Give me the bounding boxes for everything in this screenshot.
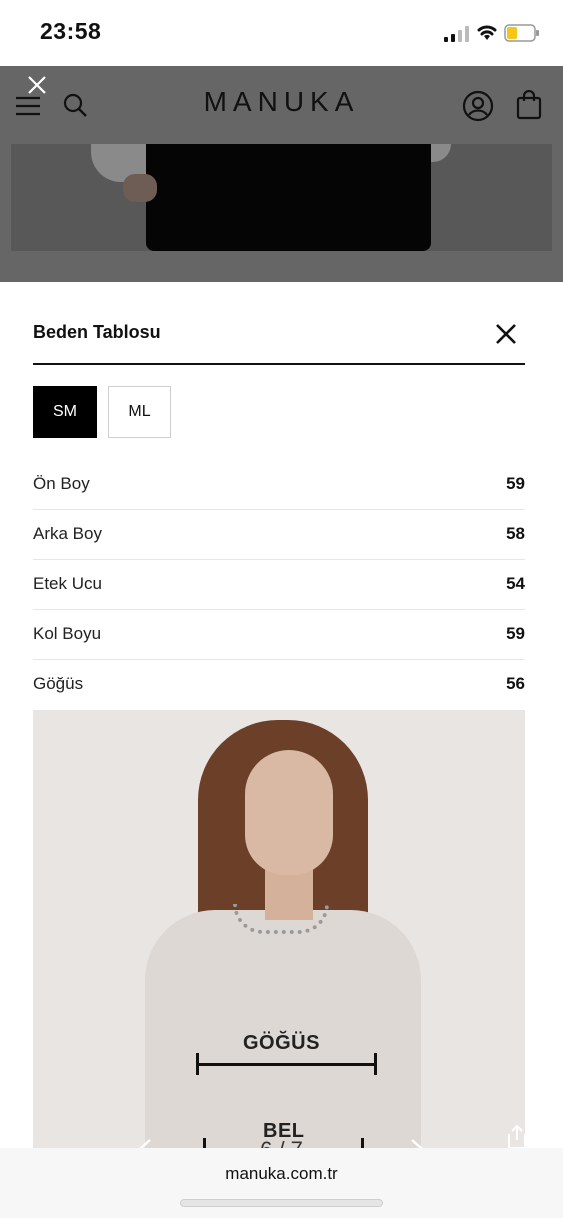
measurement-label: Ön Boy — [33, 474, 90, 493]
measurement-label: Etek Ucu — [33, 574, 102, 593]
browser-bottom-bar: manuka.com.tr — [0, 1148, 563, 1218]
measurement-guide-image: GÖĞÜS BEL — [33, 710, 525, 1148]
size-option-sm[interactable]: SM — [33, 386, 97, 438]
status-time: 23:58 — [40, 18, 102, 44]
battery-icon — [504, 24, 539, 42]
size-chart-sheet: Beden Tablosu SM ML Ön Boy 59 Arka Boy 5… — [0, 282, 563, 1148]
measurement-value: 59 — [506, 474, 525, 493]
measurement-label: Arka Boy — [33, 524, 102, 543]
chest-label: GÖĞÜS — [243, 1032, 320, 1054]
measurement-value: 59 — [506, 624, 525, 643]
site-header: MANUKA — [0, 66, 563, 144]
url-bar[interactable]: manuka.com.tr — [0, 1164, 563, 1184]
cellular-signal-icon — [444, 26, 469, 42]
product-image — [11, 144, 552, 251]
measurement-value: 56 — [506, 674, 525, 693]
share-icon[interactable] — [506, 1124, 528, 1150]
measurement-value: 58 — [506, 524, 525, 543]
close-icon[interactable] — [494, 322, 518, 346]
home-indicator[interactable] — [180, 1199, 383, 1207]
measurement-value: 54 — [506, 574, 525, 593]
sheet-title: Beden Tablosu — [33, 322, 161, 342]
measurement-row: Kol Boyu 59 — [33, 610, 525, 660]
measurement-label: Kol Boyu — [33, 624, 102, 643]
chest-measure-line — [197, 1063, 377, 1066]
measurement-row: Arka Boy 58 — [33, 510, 525, 560]
measurement-row: Göğüs 56 — [33, 660, 525, 710]
measurement-row: Ön Boy 59 — [33, 460, 525, 510]
status-bar: 23:58 — [0, 0, 563, 66]
wifi-icon — [477, 25, 497, 40]
shopping-bag-icon[interactable] — [516, 90, 542, 120]
account-icon[interactable] — [462, 90, 494, 122]
divider — [33, 363, 525, 365]
size-option-ml[interactable]: ML — [108, 386, 171, 438]
measurement-row: Etek Ucu 54 — [33, 560, 525, 610]
measurement-label: Göğüs — [33, 674, 84, 693]
site-background: MANUKA — [0, 66, 563, 282]
